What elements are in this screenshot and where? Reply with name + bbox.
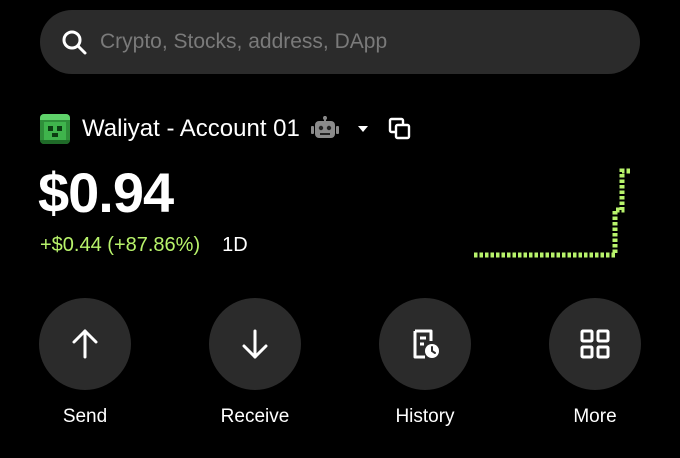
balance-change: +$0.44 (+87.86%) [40,234,201,256]
grid-icon [580,329,610,359]
balance-sparkline [474,168,632,258]
robot-icon [310,116,339,138]
arrow-up-icon [72,329,98,359]
send-label: Send [62,406,108,427]
send-button[interactable] [39,298,131,390]
arrow-down-icon [242,329,268,359]
more-label: More [573,406,617,427]
send-action[interactable]: Send [25,298,145,428]
receive-button[interactable] [209,298,301,390]
receive-action[interactable]: Receive [195,298,315,428]
history-icon [413,329,439,359]
receive-label: Receive [220,406,290,427]
action-bar: Send Receive History More [0,298,680,438]
search-bar[interactable]: Crypto, Stocks, address, DApp [40,10,640,74]
copy-icon[interactable] [388,117,412,141]
portfolio-balance: $0.94 [38,161,174,224]
search-icon [62,30,87,55]
history-button[interactable] [379,298,471,390]
more-button[interactable] [549,298,641,390]
avatar [40,114,70,144]
balance-change-row: +$0.44 (+87.86%) 1D [40,234,248,257]
history-action[interactable]: History [365,298,485,428]
history-label: History [395,406,455,427]
account-selector[interactable]: Waliyat - Account 01 [40,112,412,146]
account-name: Waliyat - Account 01 [82,115,300,142]
search-placeholder: Crypto, Stocks, address, DApp [100,30,388,53]
more-action[interactable]: More [535,298,655,428]
chevron-down-icon[interactable] [356,124,370,134]
period-selector[interactable]: 1D [222,234,248,257]
